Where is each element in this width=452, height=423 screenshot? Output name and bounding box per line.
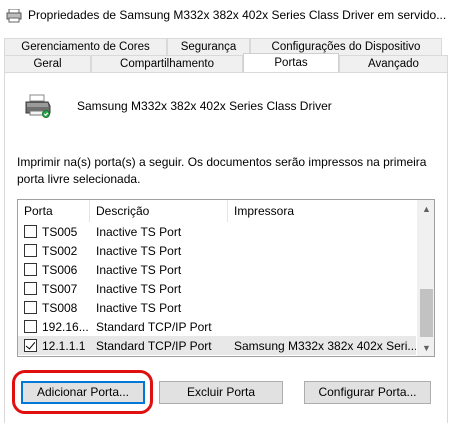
configure-port-button[interactable]: Configurar Porta... xyxy=(304,381,431,404)
port-row[interactable]: 192.16... Standard TCP/IP Port xyxy=(18,317,416,336)
port-description: Standard TCP/IP Port xyxy=(96,338,212,353)
port-name: 12.1.1.1 xyxy=(42,338,86,353)
tab-compartilhamento[interactable]: Compartilhamento xyxy=(91,55,243,72)
tab-avancado[interactable]: Avançado xyxy=(339,55,448,72)
port-row[interactable]: TS008 Inactive TS Port xyxy=(18,298,416,317)
scroll-down-arrow-icon[interactable]: ▼ xyxy=(418,339,434,356)
tab-geral[interactable]: Geral xyxy=(4,55,91,72)
tab-row-bottom: Geral Compartilhamento Portas Avançado xyxy=(4,53,448,72)
column-header-impressora[interactable]: Impressora xyxy=(228,200,416,222)
port-description: Standard TCP/IP Port xyxy=(96,319,212,334)
port-description: Inactive TS Port xyxy=(96,224,182,239)
column-header-porta[interactable]: Porta xyxy=(18,200,90,222)
port-name: TS006 xyxy=(42,262,78,277)
printer-properties-icon xyxy=(6,8,22,23)
driver-name: Samsung M332x 382x 402x Series Class Dri… xyxy=(77,99,332,113)
port-row[interactable]: TS006 Inactive TS Port xyxy=(18,260,416,279)
port-name: 192.16... xyxy=(42,319,89,334)
port-row[interactable]: TS005 Inactive TS Port xyxy=(18,222,416,241)
window-title: Propriedades de Samsung M332x 382x 402x … xyxy=(28,8,447,22)
port-name: TS002 xyxy=(42,243,78,258)
scroll-thumb[interactable] xyxy=(420,289,433,337)
port-printer: Samsung M332x 382x 402x Seri... xyxy=(234,338,416,353)
ports-list[interactable]: Porta Descrição Impressora TS005 Inactiv… xyxy=(17,199,435,357)
port-checkbox[interactable] xyxy=(24,244,37,257)
port-checkbox[interactable] xyxy=(24,282,37,295)
port-checkbox[interactable] xyxy=(24,320,37,333)
port-row[interactable]: TS007 Inactive TS Port xyxy=(18,279,416,298)
ports-list-rows: TS005 Inactive TS Port TS002 Inactive TS… xyxy=(18,222,416,355)
scroll-up-arrow-icon[interactable]: ▲ xyxy=(418,200,434,217)
port-name: TS008 xyxy=(42,300,78,315)
delete-port-button[interactable]: Excluir Porta xyxy=(159,381,283,404)
port-description: Inactive TS Port xyxy=(96,300,182,315)
port-description: Inactive TS Port xyxy=(96,262,182,277)
column-header-descricao[interactable]: Descrição xyxy=(90,200,228,222)
port-checkbox[interactable] xyxy=(24,225,37,238)
port-row-selected[interactable]: 12.1.1.1 Standard TCP/IP Port Samsung M3… xyxy=(18,336,416,355)
port-description: Inactive TS Port xyxy=(96,243,182,258)
title-bar: Propriedades de Samsung M332x 382x 402x … xyxy=(0,0,452,32)
tab-row-top: Gerenciamento de Cores Segurança Configu… xyxy=(4,38,442,55)
port-name: TS007 xyxy=(42,281,78,296)
add-port-button[interactable]: Adicionar Porta... xyxy=(21,381,145,404)
port-row[interactable]: TS002 Inactive TS Port xyxy=(18,241,416,260)
tab-portas[interactable]: Portas xyxy=(243,53,339,72)
port-checkbox[interactable] xyxy=(24,263,37,276)
tab-gerenciamento-de-cores[interactable]: Gerenciamento de Cores xyxy=(4,38,167,55)
printer-icon xyxy=(24,94,52,118)
port-checkbox-checked[interactable] xyxy=(24,339,37,352)
instruction-text: Imprimir na(s) porta(s) a seguir. Os doc… xyxy=(17,155,427,186)
port-name: TS005 xyxy=(42,224,78,239)
port-checkbox[interactable] xyxy=(24,301,37,314)
ports-list-scrollbar[interactable]: ▲ ▼ xyxy=(417,200,434,356)
ports-list-header: Porta Descrição Impressora xyxy=(18,200,416,222)
tab-seguranca[interactable]: Segurança xyxy=(167,38,250,55)
port-description: Inactive TS Port xyxy=(96,281,182,296)
